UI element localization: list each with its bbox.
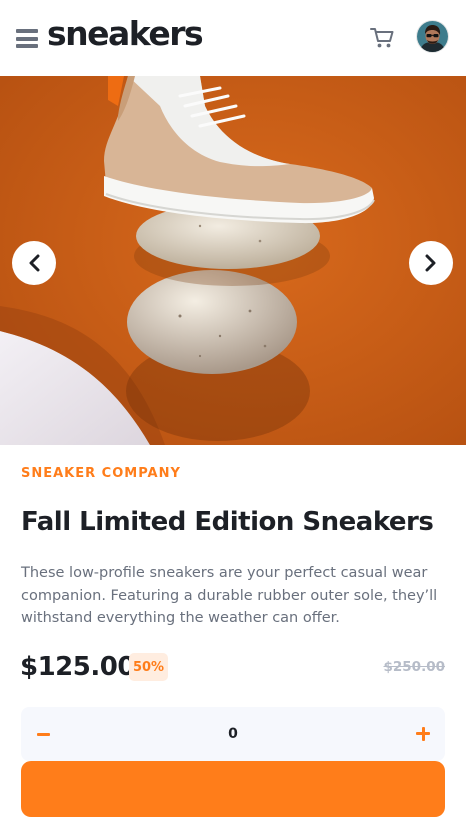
original-price: $250.00 — [383, 659, 446, 675]
minus-icon[interactable] — [21, 707, 65, 761]
user-avatar[interactable] — [417, 21, 448, 52]
quantity-stepper: 0 — [21, 707, 445, 761]
product-description: These low-profile sneakers are your perf… — [21, 565, 438, 626]
current-price: $125.00 — [20, 652, 135, 682]
site-logo[interactable]: sneakers — [47, 14, 204, 53]
gallery-next-button[interactable] — [409, 241, 453, 285]
product-title: Fall Limited Edition Sneakers — [21, 507, 434, 537]
add-to-cart-button[interactable] — [21, 761, 445, 817]
plus-icon[interactable] — [401, 707, 445, 761]
product-image[interactable] — [0, 76, 466, 445]
company-name: SNEAKER COMPANY — [21, 466, 181, 481]
quantity-value: 0 — [228, 726, 238, 742]
top-header: sneakers — [0, 0, 466, 76]
hamburger-menu-icon[interactable] — [16, 29, 38, 48]
discount-badge: 50% — [129, 653, 168, 681]
chevron-right-icon — [425, 254, 436, 272]
cart-icon[interactable] — [370, 27, 394, 49]
chevron-left-icon — [29, 254, 40, 272]
gallery-prev-button[interactable] — [12, 241, 56, 285]
